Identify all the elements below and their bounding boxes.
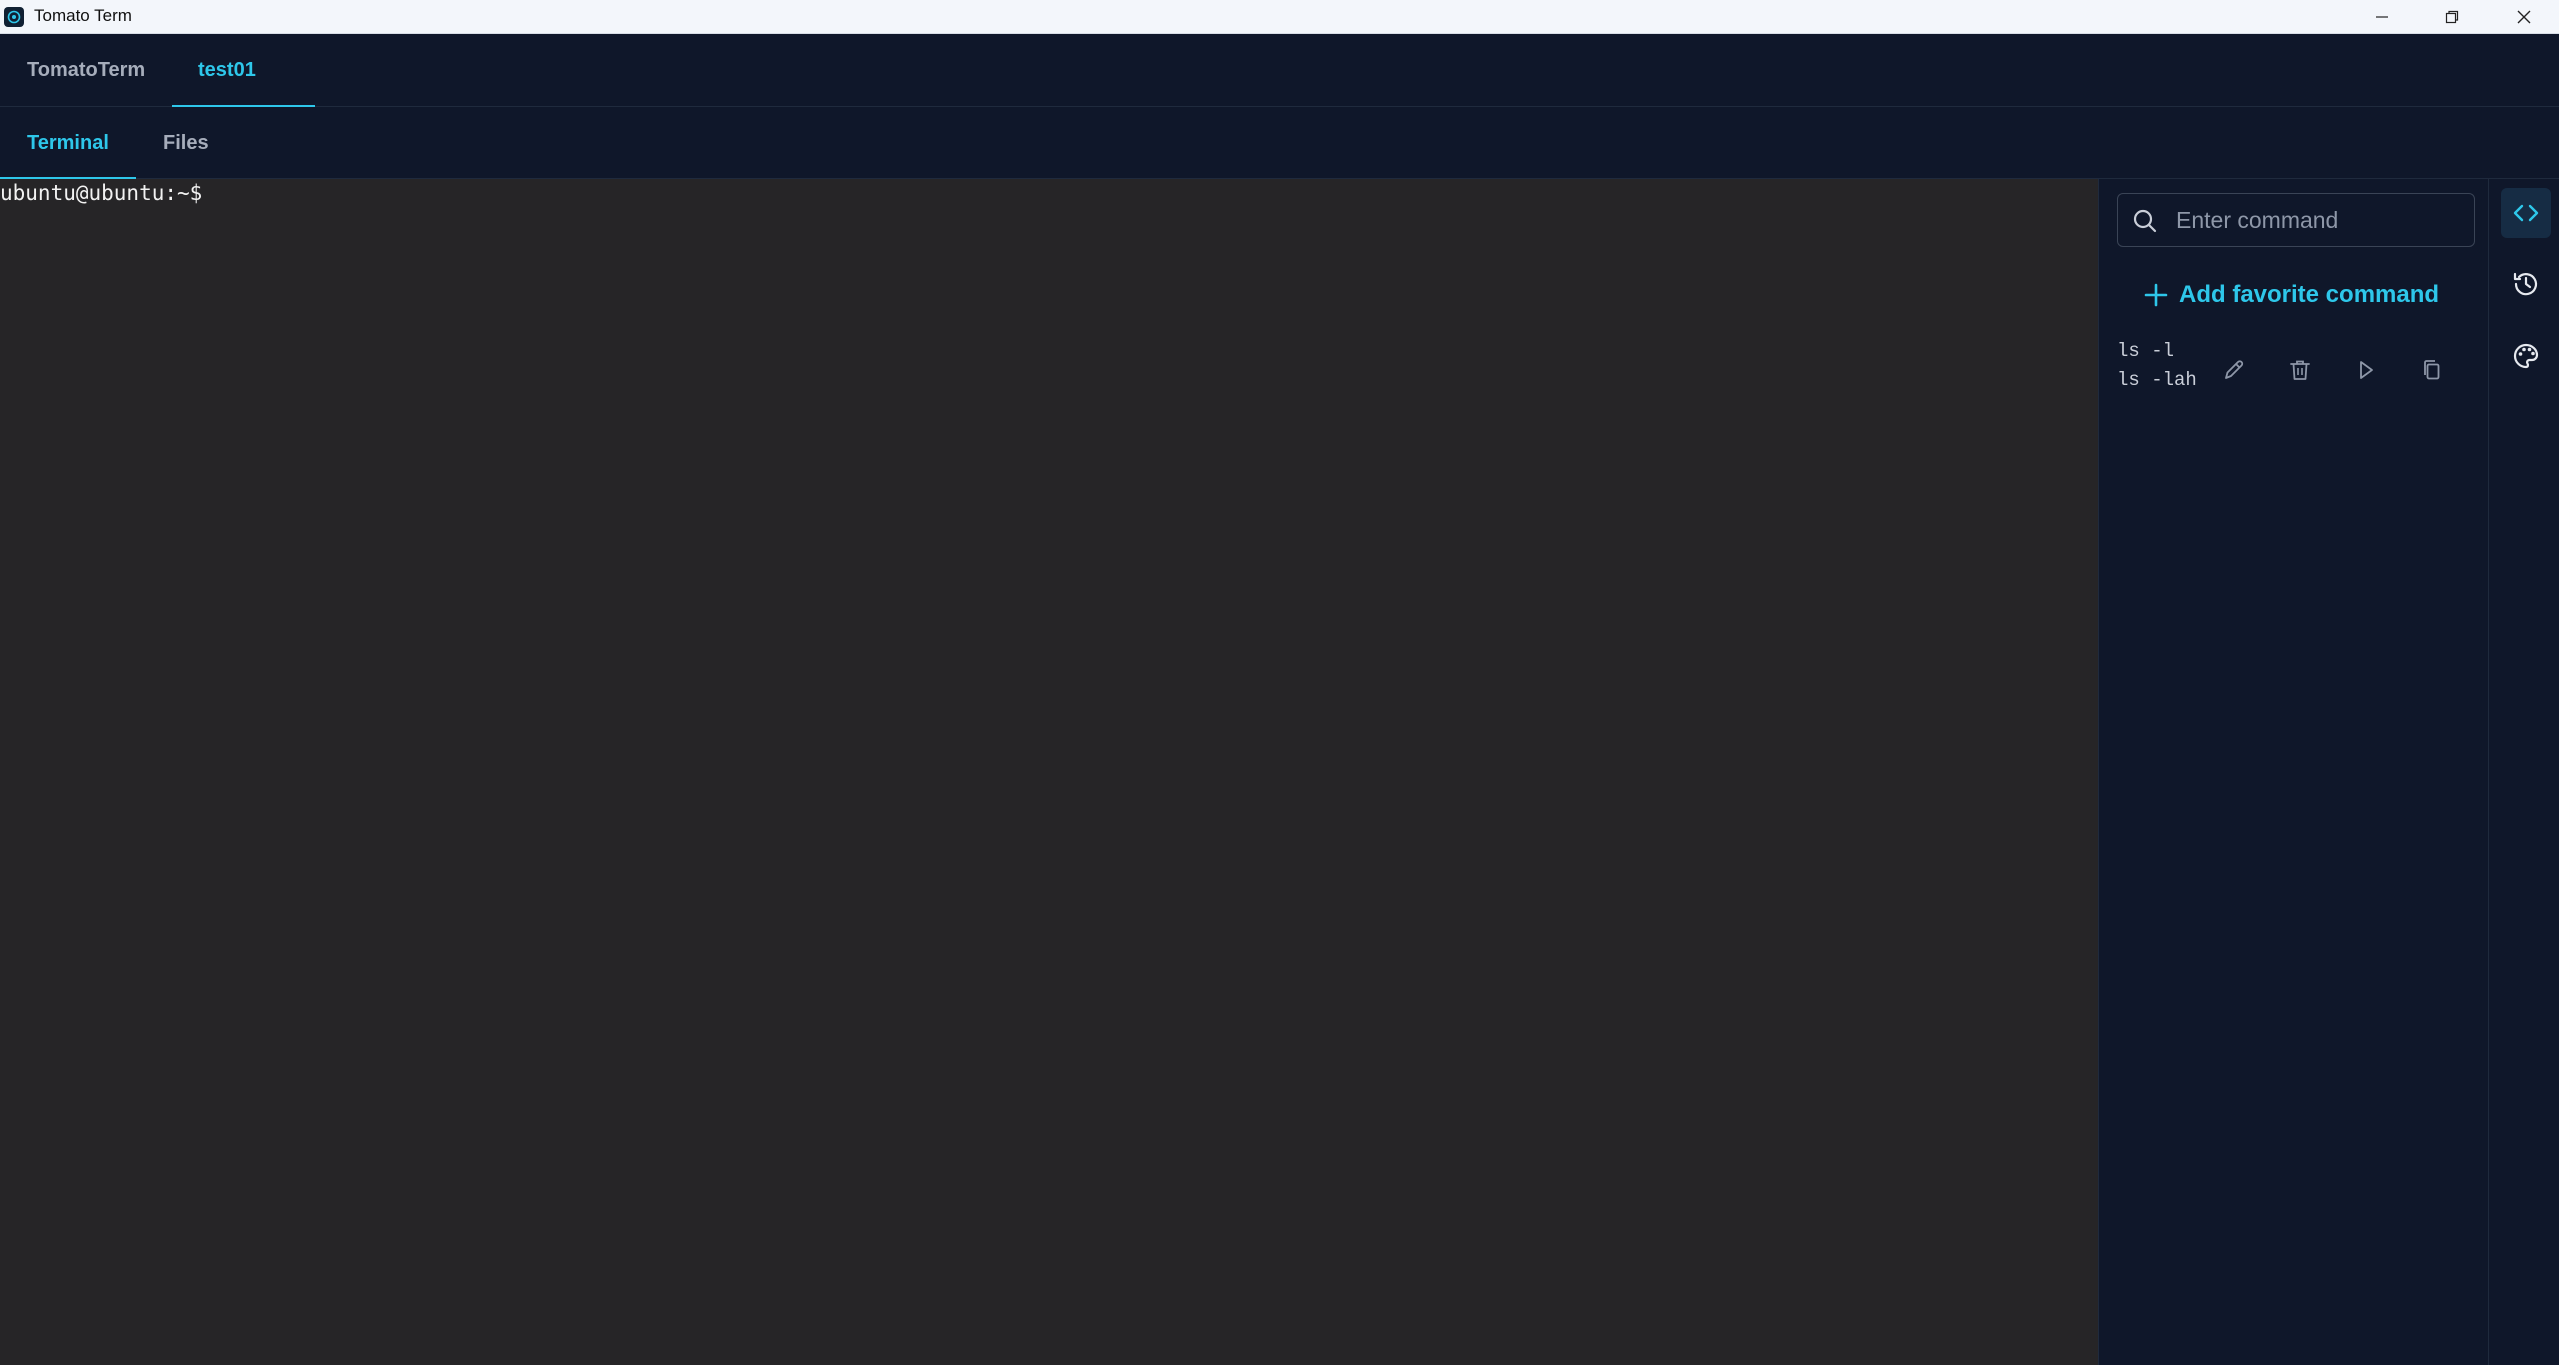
copy-icon	[2424, 360, 2440, 380]
add-favorite-label: Add favorite command	[2179, 281, 2440, 308]
plus-icon	[2144, 283, 2168, 307]
tab-terminal[interactable]: Terminal	[27, 107, 109, 179]
command-search[interactable]	[2117, 193, 2475, 247]
favorite-command-item[interactable]: ls -l ls -lah	[2117, 337, 2477, 401]
window-titlebar: Tomato Term	[0, 0, 2559, 34]
command-search-input[interactable]	[2174, 194, 2464, 246]
app-icon	[4, 7, 24, 27]
window-title: Tomato Term	[34, 6, 132, 25]
minimize-button[interactable]	[2348, 0, 2416, 34]
search-icon	[2133, 209, 2157, 233]
palette-icon	[2513, 343, 2539, 369]
history-icon	[2513, 272, 2538, 296]
code-icon	[2513, 204, 2539, 222]
favorite-command-line: ls -l	[2117, 340, 2175, 362]
commands-panel: Add favorite command ls -l ls -lah	[2098, 179, 2488, 1365]
tab-files[interactable]: Files	[163, 107, 209, 179]
run-icon	[2360, 361, 2373, 379]
delete-icon	[2290, 360, 2310, 380]
rail-theme-button[interactable]	[2501, 331, 2551, 381]
close-icon	[2517, 10, 2531, 24]
side-rail	[2488, 179, 2559, 1365]
edit-icon	[2225, 360, 2244, 379]
minimize-icon	[2376, 16, 2388, 18]
tab-tomatoterm[interactable]: TomatoTerm	[27, 34, 145, 107]
close-button[interactable]	[2490, 0, 2558, 34]
rail-history-button[interactable]	[2501, 259, 2551, 309]
delete-favorite-button[interactable]	[2285, 355, 2315, 385]
edit-favorite-button[interactable]	[2219, 355, 2249, 385]
tab-test01[interactable]: test01	[198, 34, 256, 107]
terminal-prompt: ubuntu@ubuntu:~$	[0, 181, 203, 205]
sub-tab-bar: Terminal Files	[0, 107, 2559, 179]
favorite-command-line: ls -lah	[2117, 369, 2197, 391]
favorite-command-text: ls -l ls -lah	[2117, 337, 2197, 395]
add-favorite-command-button[interactable]: Add favorite command	[2143, 275, 2439, 315]
top-tab-bar: TomatoTerm test01	[0, 34, 2559, 107]
restore-icon	[2445, 10, 2459, 24]
copy-favorite-button[interactable]	[2417, 355, 2447, 385]
run-favorite-button[interactable]	[2351, 355, 2381, 385]
rail-commands-button[interactable]	[2501, 188, 2551, 238]
restore-button[interactable]	[2418, 0, 2486, 34]
terminal-view[interactable]: ubuntu@ubuntu:~$	[0, 179, 2098, 1365]
